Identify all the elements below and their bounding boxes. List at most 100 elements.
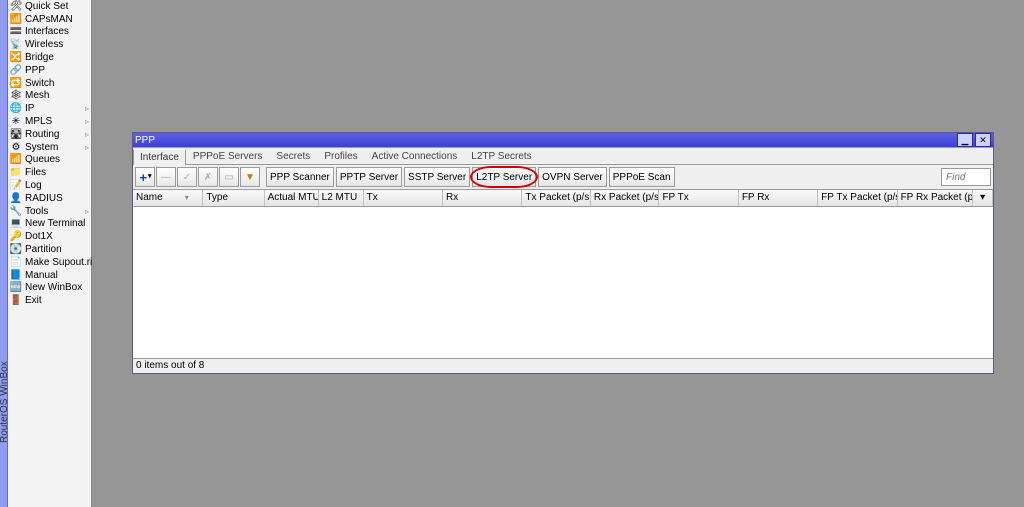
sidebar-label: Switch (25, 78, 54, 89)
window-titlebar[interactable]: PPP ▁ ✕ (133, 133, 993, 147)
sidebar-icon: 🕸 (10, 90, 22, 102)
sidebar-item-routing[interactable]: 🛣Routing▹ (8, 128, 91, 141)
sidebar-label: Exit (25, 295, 42, 306)
sidebar-icon: 💽 (10, 244, 22, 256)
sidebar-icon: 🔁 (10, 77, 22, 89)
disable-button[interactable]: ✗ (198, 167, 218, 187)
sidebar-label: Files (25, 167, 46, 178)
column-actual-mtu[interactable]: Actual MTU (265, 190, 319, 206)
sidebar-label: Quick Set (25, 1, 68, 12)
column-fp-rx-packet-p-s-[interactable]: FP Rx Packet (p/s) (898, 190, 974, 206)
sstp-server-button[interactable]: SSTP Server (404, 167, 470, 187)
sidebar-item-wireless[interactable]: 📡Wireless (8, 38, 91, 51)
l2tp-server-button[interactable]: L2TP Server (472, 167, 536, 187)
sidebar-item-system[interactable]: ⚙System ▹ (8, 141, 91, 154)
column-type[interactable]: Type (203, 190, 264, 206)
sidebar-item-queues[interactable]: 📶Queues (8, 154, 91, 167)
pppoe-scan-button[interactable]: PPPoE Scan (609, 167, 675, 187)
sidebar-icon: 🌐 (10, 103, 22, 115)
sidebar-label: Partition (25, 244, 62, 255)
submenu-arrow-icon: ▹ (85, 143, 89, 152)
sidebar-icon: ✳ (10, 116, 22, 128)
column-name[interactable]: Name (133, 190, 203, 206)
comment-button[interactable]: ▭ (219, 167, 239, 187)
submenu-arrow-icon: ▹ (85, 104, 89, 113)
close-icon[interactable]: ✕ (975, 133, 991, 147)
sidebar-item-quick-set[interactable]: 🛠Quick Set (8, 0, 91, 13)
sidebar-label: New Terminal (25, 218, 85, 229)
sidebar-item-files[interactable]: 📁Files (8, 166, 91, 179)
column-fp-tx[interactable]: FP Tx (659, 190, 738, 206)
sidebar-icon: 🟰 (10, 26, 22, 38)
sidebar-icon: 🔧 (10, 205, 22, 217)
sidebar-item-capsman[interactable]: 📶CAPsMAN (8, 13, 91, 26)
sidebar-label: New WinBox (25, 282, 82, 293)
sidebar-label: RADIUS (25, 193, 63, 204)
find-input[interactable] (941, 168, 991, 186)
column-picker-icon[interactable]: ▾ (973, 190, 993, 206)
submenu-arrow-icon: ▹ (85, 117, 89, 126)
sidebar-label: Log (25, 180, 42, 191)
filter-icon[interactable]: ▼ (240, 167, 260, 187)
column-rx[interactable]: Rx (443, 190, 522, 206)
sidebar-item-dot1x[interactable]: 🔑Dot1X (8, 230, 91, 243)
sidebar-item-mesh[interactable]: 🕸Mesh (8, 90, 91, 103)
sidebar-item-log[interactable]: 📝Log (8, 179, 91, 192)
sidebar-icon: 💻 (10, 218, 22, 230)
tab-l2tp-secrets[interactable]: L2TP Secrets (464, 148, 538, 164)
sidebar-icon: 📡 (10, 39, 22, 51)
tab-pppoe-servers[interactable]: PPPoE Servers (186, 148, 269, 164)
sidebar-item-make-supout-rif[interactable]: 📄Make Supout.rif (8, 256, 91, 269)
minimize-icon[interactable]: ▁ (957, 133, 973, 147)
column-rx-packet-p-s-[interactable]: Rx Packet (p/s) (591, 190, 660, 206)
ppp-scanner-button[interactable]: PPP Scanner (266, 167, 334, 187)
tab-profiles[interactable]: Profiles (317, 148, 364, 164)
add-button[interactable]: + (135, 167, 155, 187)
tab-secrets[interactable]: Secrets (269, 148, 317, 164)
sidebar-item-new-terminal[interactable]: 💻New Terminal (8, 218, 91, 231)
sidebar-label: Routing (25, 129, 59, 140)
sidebar-label: Tools (25, 206, 48, 217)
sidebar-label: Make Supout.rif (25, 257, 95, 268)
sidebar-item-switch[interactable]: 🔁Switch (8, 77, 91, 90)
sidebar-item-ip[interactable]: 🌐IP▹ (8, 102, 91, 115)
ovpn-server-button[interactable]: OVPN Server (538, 167, 607, 187)
sidebar-item-manual[interactable]: 📘Manual (8, 269, 91, 282)
sidebar-item-new-winbox[interactable]: 🆕New WinBox (8, 282, 91, 295)
pptp-server-button[interactable]: PPTP Server (336, 167, 402, 187)
sidebar-item-partition[interactable]: 💽Partition (8, 243, 91, 256)
sidebar-item-radius[interactable]: 👤RADIUS (8, 192, 91, 205)
sidebar-label: MPLS (25, 116, 52, 127)
status-bar: 0 items out of 8 (133, 358, 993, 373)
submenu-arrow-icon: ▹ (85, 207, 89, 216)
sidebar-icon: 👤 (10, 192, 22, 204)
column-fp-tx-packet-p-s-[interactable]: FP Tx Packet (p/s) (818, 190, 897, 206)
app-title: RouterOS WinBox (0, 361, 10, 443)
sidebar-item-bridge[interactable]: 🔀Bridge (8, 51, 91, 64)
column-tx[interactable]: Tx (364, 190, 443, 206)
sidebar-item-exit[interactable]: 🚪Exit (8, 294, 91, 307)
sidebar-icon: 🛣 (10, 128, 22, 140)
sidebar-icon: 🆕 (10, 282, 22, 294)
sidebar-item-ppp[interactable]: 🔗PPP (8, 64, 91, 77)
enable-button[interactable]: ✓ (177, 167, 197, 187)
sidebar-icon: 📁 (10, 167, 22, 179)
sidebar-icon: 🚪 (10, 295, 22, 307)
tab-interface[interactable]: Interface (133, 149, 186, 165)
column-tx-packet-p-s-[interactable]: Tx Packet (p/s) (522, 190, 591, 206)
sidebar-item-tools[interactable]: 🔧Tools ▹ (8, 205, 91, 218)
sidebar-label: PPP (25, 65, 45, 76)
remove-button[interactable]: — (156, 167, 176, 187)
ppp-toolbar: + — ✓ ✗ ▭ ▼ PPP ScannerPPTP ServerSSTP S… (133, 165, 993, 190)
sidebar-item-interfaces[interactable]: 🟰Interfaces (8, 26, 91, 39)
sidebar-label: Queues (25, 154, 60, 165)
sidebar-label: System (25, 142, 58, 153)
desktop: PPP ▁ ✕ InterfacePPPoE ServersSecretsPro… (92, 0, 1024, 507)
sidebar-icon: ⚙ (10, 141, 22, 153)
tab-active-connections[interactable]: Active Connections (365, 148, 465, 164)
sidebar-item-mpls[interactable]: ✳MPLS ▹ (8, 115, 91, 128)
column-fp-rx[interactable]: FP Rx (739, 190, 818, 206)
sidebar-label: Wireless (25, 39, 63, 50)
column-l2-mtu[interactable]: L2 MTU (319, 190, 364, 206)
sidebar-label: Bridge (25, 52, 54, 63)
